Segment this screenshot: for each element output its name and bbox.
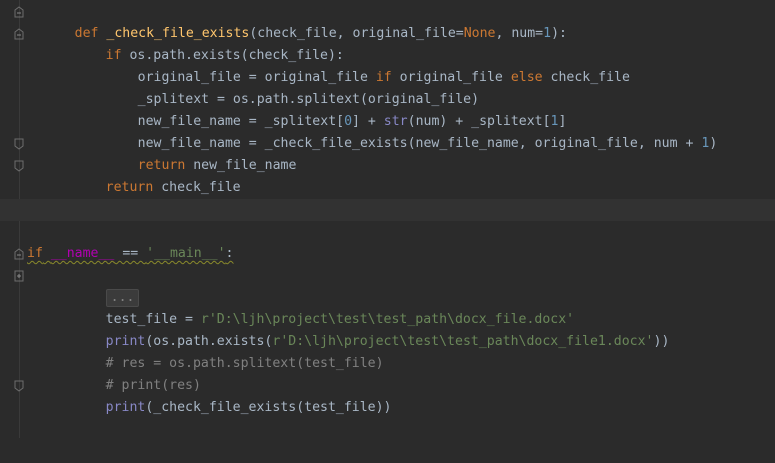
code-line-3[interactable]: original_file = original_file if origina…	[0, 45, 775, 85]
operator-eq: ==	[114, 246, 147, 261]
fold-plus-icon[interactable]	[14, 265, 24, 287]
current-line-highlight[interactable]	[0, 199, 775, 221]
code-line-18[interactable]: print(_check_file_exists(test_file))	[0, 375, 775, 415]
code-line-16[interactable]: # res = os.path.splitext(test_file)	[0, 331, 775, 371]
fold-end-icon[interactable]	[14, 133, 24, 155]
builtin-print: print	[105, 400, 146, 415]
code-line-8[interactable]: return check_file	[0, 155, 775, 195]
code-line-1[interactable]: def _check_file_exists(check_file, origi…	[0, 1, 775, 41]
colon: :	[225, 246, 234, 261]
fold-minus-icon[interactable]	[14, 243, 24, 265]
code-line-2[interactable]: if os.path.exists(check_file):	[0, 23, 775, 63]
code-line-7[interactable]: return new_file_name	[0, 133, 775, 173]
code-editor[interactable]: def _check_file_exists(check_file, origi…	[0, 0, 775, 438]
fold-minus-icon[interactable]	[14, 23, 24, 45]
code-line-14[interactable]: test_file = r'D:\ljh\project\test\test_p…	[0, 287, 775, 327]
code-line-12[interactable]: if __name__ == '__main__':	[0, 243, 775, 265]
fold-end-icon[interactable]	[14, 375, 24, 397]
code-line-6[interactable]: new_file_name = _check_file_exists(new_f…	[0, 111, 775, 151]
keyword-if: if	[27, 246, 43, 261]
dunder-name: __name__	[50, 246, 115, 261]
fold-end-icon[interactable]	[14, 155, 24, 177]
code-line-5[interactable]: new_file_name = _splitext[0] + str(num) …	[0, 89, 775, 129]
code-text: (_check_file_exists(test_file))	[145, 400, 392, 415]
string-literal: '__main__'	[146, 246, 226, 261]
code-line-9[interactable]	[0, 177, 775, 199]
code-line-17[interactable]: # print(res)	[0, 353, 775, 393]
fold-minus-icon[interactable]	[14, 1, 24, 23]
code-line-11[interactable]	[0, 221, 775, 243]
code-line-4[interactable]: _splitext = os.path.splitext(original_fi…	[0, 67, 775, 107]
weak-warning-underline[interactable]: if __name__ == '__main__':	[27, 243, 234, 265]
code-line-13[interactable]: ...	[0, 265, 775, 307]
code-line-15[interactable]: print(os.path.exists(r'D:\ljh\project\te…	[0, 309, 775, 349]
